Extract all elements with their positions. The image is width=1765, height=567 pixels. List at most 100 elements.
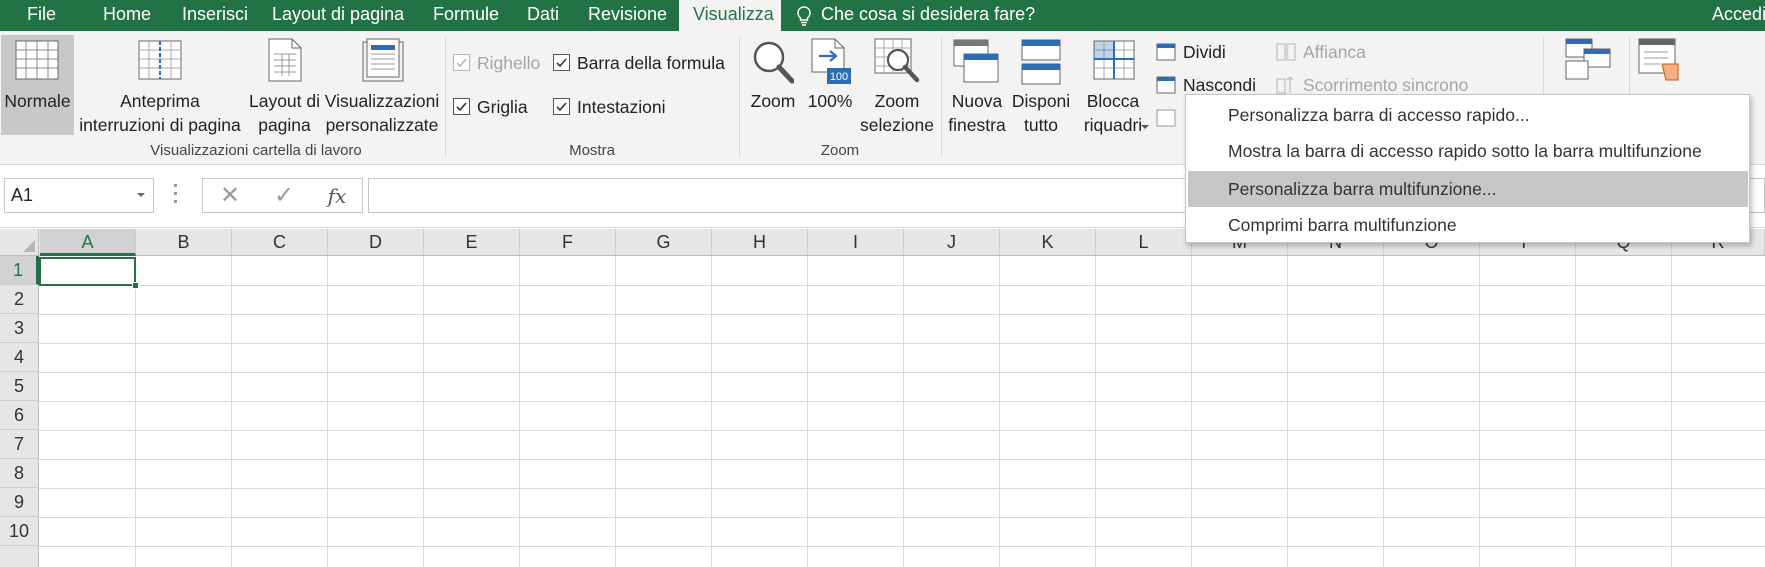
switch-windows-button[interactable] (1560, 35, 1616, 85)
column-header-i[interactable]: I (808, 229, 904, 255)
menu-item-collapse-ribbon[interactable]: Comprimi barra multifunzione (1186, 207, 1749, 243)
excel-window: File Home Inserisci Layout di pagina For… (0, 0, 1765, 567)
tell-me-search[interactable]: Che cosa si desidera fare? (795, 0, 1035, 31)
gridline (39, 401, 1765, 402)
gridline (39, 488, 1765, 489)
group-separator (941, 37, 942, 157)
hide-label: Nascondi (1183, 75, 1256, 95)
gridline (1191, 256, 1192, 567)
gridline (1383, 256, 1384, 567)
arrange-all-label-line2: tutto (1023, 115, 1059, 135)
custom-views-label-line1: Visualizzazioni (324, 91, 440, 111)
row-header-2[interactable]: 2 (0, 285, 39, 314)
zoom-button[interactable]: Zoom (745, 35, 801, 135)
freeze-panes-label-line1: Blocca (1086, 91, 1140, 111)
side-by-side-label: Affianca (1303, 42, 1366, 62)
column-header-j[interactable]: J (904, 229, 1000, 255)
normal-view-label: Normale (4, 91, 71, 111)
column-header-c[interactable]: C (232, 229, 328, 255)
tab-dati[interactable]: Dati (527, 0, 559, 31)
column-header-h[interactable]: H (712, 229, 808, 255)
tab-revisione[interactable]: Revisione (588, 0, 667, 31)
column-header-k[interactable]: K (1000, 229, 1096, 255)
new-window-button[interactable]: Nuova finestra (945, 35, 1009, 135)
sync-scroll-label: Scorrimento sincrono (1303, 75, 1469, 95)
macros-button[interactable] (1632, 35, 1688, 85)
row-header-3[interactable]: 3 (0, 314, 39, 343)
gridline (615, 256, 616, 567)
ribbon-tab-bar: File Home Inserisci Layout di pagina For… (0, 0, 1765, 31)
column-header-f[interactable]: F (520, 229, 616, 255)
gridline (519, 256, 520, 567)
tab-home[interactable]: Home (103, 0, 151, 31)
row-header-8[interactable]: 8 (0, 459, 39, 488)
row-header-7[interactable]: 7 (0, 430, 39, 459)
magnifier-icon (753, 41, 794, 84)
menu-item-customize-ribbon[interactable]: Personalizza barra multifunzione... (1188, 171, 1748, 207)
tab-layout-di-pagina[interactable]: Layout di pagina (272, 0, 404, 31)
checkmark-icon (456, 102, 467, 112)
page-layout-view-button[interactable]: Layout di pagina (246, 35, 323, 135)
zoom-100-icon: 100 (811, 38, 851, 84)
page-break-label-line1: Anteprima (120, 91, 200, 111)
tab-visualizza[interactable]: Visualizza (679, 0, 781, 31)
column-header-e[interactable]: E (424, 229, 520, 255)
arrange-all-button[interactable]: Disponi tutto (1010, 35, 1072, 135)
name-box-value: A1 (11, 185, 34, 205)
column-header-b[interactable]: B (136, 229, 232, 255)
gridlines-label: Griglia (477, 97, 528, 117)
formula-buttons: ✕ ✓ fx (202, 178, 363, 213)
tab-formule[interactable]: Formule (433, 0, 499, 31)
sign-in-link[interactable]: Accedi (1712, 0, 1765, 31)
gridline (39, 372, 1765, 373)
enter-icon[interactable]: ✓ (269, 183, 299, 209)
column-header-d[interactable]: D (328, 229, 424, 255)
drag-handle-icon[interactable] (174, 184, 178, 208)
menu-item-customize-qat[interactable]: Personalizza barra di accesso rapido... (1186, 97, 1749, 133)
row-header-1[interactable]: 1 (0, 256, 39, 285)
freeze-panes-button[interactable]: Blocca riquadri (1073, 35, 1153, 135)
tab-inserisci[interactable]: Inserisci (182, 0, 248, 31)
gridline (903, 256, 904, 567)
row-header-9[interactable]: 9 (0, 488, 39, 517)
zoom-100-button[interactable]: 100 100% (802, 35, 858, 135)
zoom-100-label: 100% (807, 91, 853, 111)
row-header-6[interactable]: 6 (0, 401, 39, 430)
group-separator (739, 37, 740, 157)
tab-file[interactable]: File (27, 0, 56, 31)
normal-view-button[interactable]: Normale (1, 35, 74, 135)
gridline (1575, 256, 1576, 567)
arrange-all-label-line1: Disponi (1011, 91, 1071, 111)
custom-views-button[interactable]: Visualizzazioni personalizzate (324, 35, 440, 135)
worksheet-grid[interactable]: 1 2 3 4 5 6 7 8 9 10 (0, 256, 1765, 567)
side-by-side-icon (1276, 43, 1296, 61)
page-layout-icon (268, 38, 302, 82)
fill-handle[interactable] (132, 282, 139, 289)
page-break-preview-button[interactable]: Anteprima interruzioni di pagina (76, 35, 244, 135)
column-header-a[interactable]: A (40, 229, 136, 256)
freeze-panes-icon (1093, 40, 1135, 80)
gridline (39, 430, 1765, 431)
column-header-l[interactable]: L (1096, 229, 1192, 255)
gridline (231, 256, 232, 567)
menu-item-show-qat-below[interactable]: Mostra la barra di accesso rapido sotto … (1186, 133, 1749, 169)
zoom-to-selection-button[interactable]: Zoom selezione (859, 35, 935, 135)
select-all-button[interactable] (0, 229, 39, 255)
row-header-11[interactable] (0, 546, 39, 567)
cancel-icon[interactable]: ✕ (215, 183, 245, 209)
row-header-10[interactable]: 10 (0, 517, 39, 546)
insert-function-icon[interactable]: fx (322, 183, 352, 209)
split-button[interactable]: Dividi (1156, 40, 1226, 64)
column-header-g[interactable]: G (616, 229, 712, 255)
active-cell-a1[interactable] (39, 257, 139, 289)
row-header-5[interactable]: 5 (0, 372, 39, 401)
chevron-down-icon (1141, 125, 1149, 129)
name-box[interactable]: A1 (4, 178, 154, 213)
formula-bar-label: Barra della formula (577, 53, 725, 73)
group-separator (445, 37, 446, 157)
custom-views-icon (362, 38, 404, 82)
row-header-4[interactable]: 4 (0, 343, 39, 372)
chevron-down-icon[interactable] (137, 193, 145, 197)
zoom-selection-icon (874, 38, 920, 83)
checkmark-icon (556, 58, 567, 68)
